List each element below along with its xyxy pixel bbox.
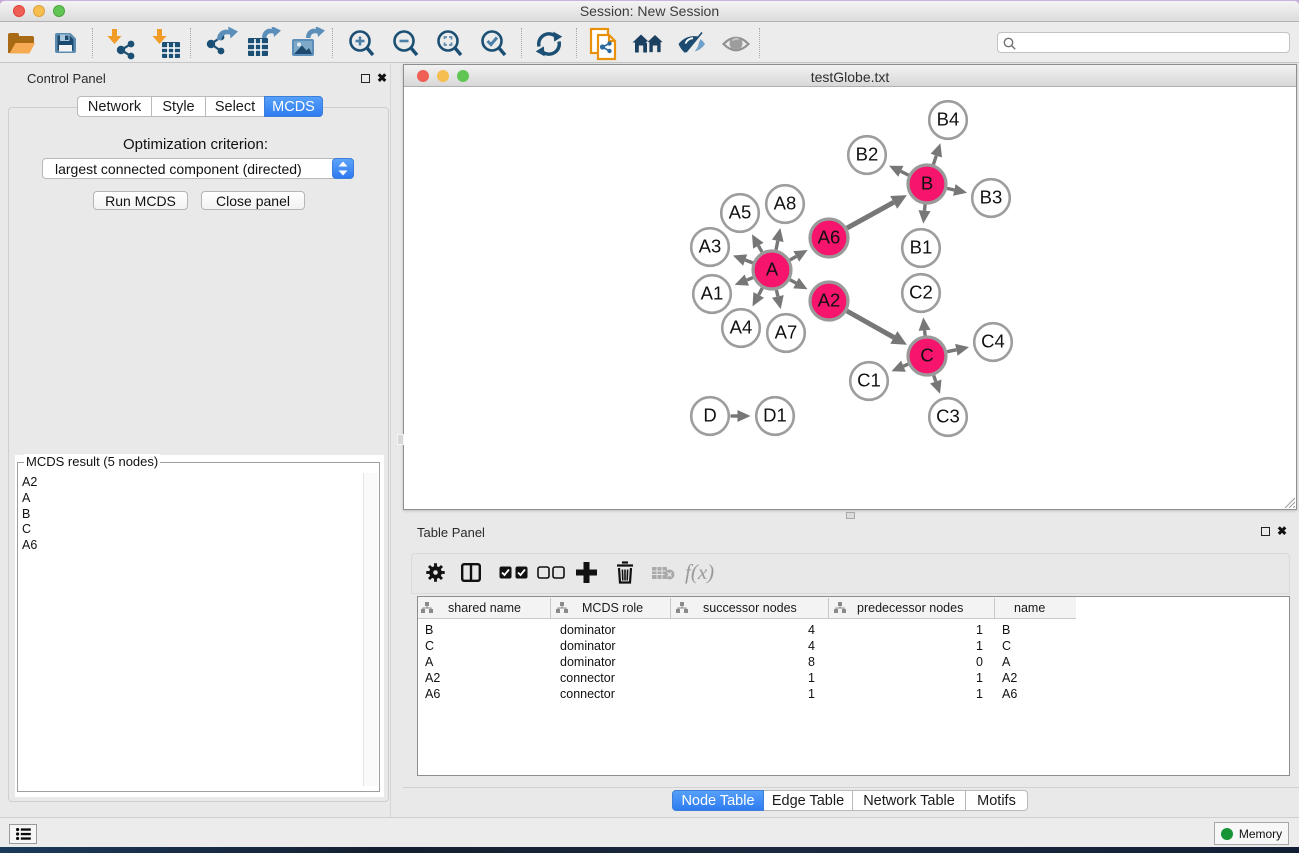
svg-text:A4: A4 bbox=[730, 317, 753, 338]
svg-text:C4: C4 bbox=[981, 331, 1005, 352]
svg-text:A8: A8 bbox=[774, 193, 797, 214]
svg-text:A2: A2 bbox=[818, 290, 841, 311]
svg-text:A7: A7 bbox=[775, 322, 798, 343]
svg-text:C: C bbox=[920, 345, 933, 366]
svg-text:A6: A6 bbox=[818, 227, 841, 248]
svg-text:D1: D1 bbox=[763, 405, 787, 426]
svg-text:C3: C3 bbox=[936, 406, 960, 427]
svg-text:A: A bbox=[766, 259, 779, 280]
svg-text:A1: A1 bbox=[701, 283, 724, 304]
svg-text:C1: C1 bbox=[857, 370, 881, 391]
svg-text:D: D bbox=[703, 405, 716, 426]
svg-text:A3: A3 bbox=[699, 236, 722, 257]
svg-text:B: B bbox=[921, 173, 933, 194]
svg-text:B2: B2 bbox=[856, 144, 879, 165]
svg-text:A5: A5 bbox=[729, 202, 752, 223]
svg-text:B1: B1 bbox=[910, 237, 933, 258]
svg-text:C2: C2 bbox=[909, 282, 933, 303]
svg-text:B4: B4 bbox=[937, 109, 960, 130]
svg-text:B3: B3 bbox=[980, 187, 1003, 208]
